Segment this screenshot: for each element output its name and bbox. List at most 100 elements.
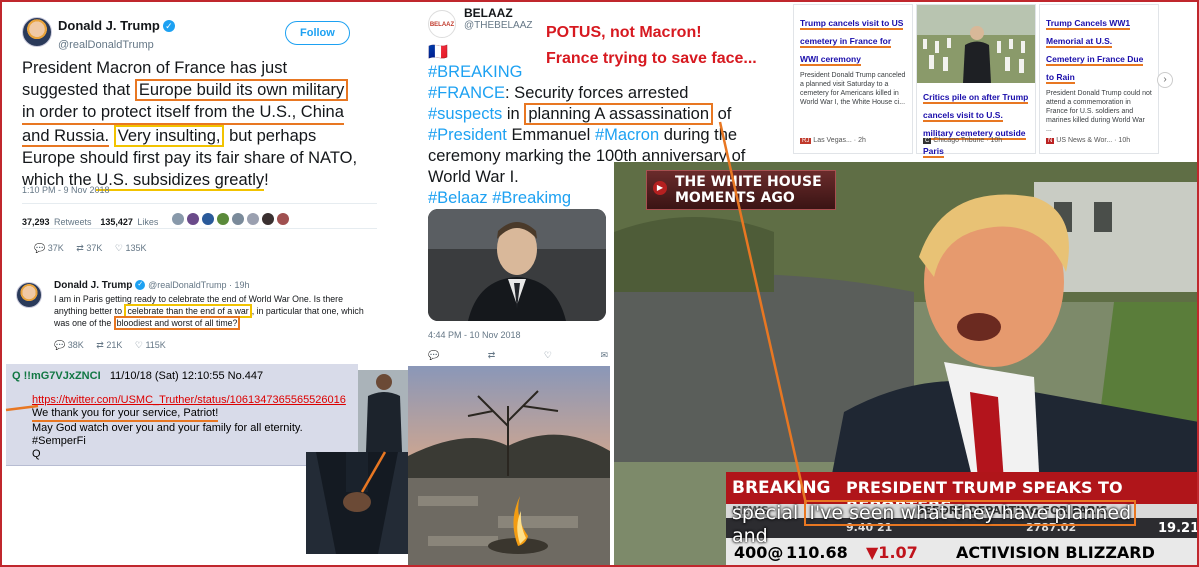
macron-photo[interactable] — [428, 209, 606, 321]
hashtag-france[interactable]: #FRANCE — [428, 84, 505, 102]
news-card[interactable]: Trump cancels visit to US cemetery in Fr… — [793, 4, 913, 154]
highlight-assassination: planning A assassination — [524, 103, 714, 125]
source-logo-icon: RJ — [800, 138, 812, 144]
avatar[interactable] — [22, 17, 52, 47]
like-count[interactable]: 135,427 — [100, 217, 133, 227]
macron-photo-svg — [428, 209, 606, 321]
news-source: N US News & Wor... · 10h — [1046, 137, 1131, 144]
news-source: C Chicago Tribune · 10h — [923, 137, 1003, 144]
news-source: RJ Las Vegas... · 2h — [800, 137, 866, 144]
like-icon[interactable]: ♡ — [135, 340, 143, 350]
reply-count: 37K — [47, 243, 64, 253]
highlight-europe-military: Europe build its own military — [134, 79, 349, 101]
retweet-icon[interactable]: ⇄ — [96, 340, 104, 350]
q-line: #SemperFi — [32, 435, 86, 447]
cemetery-photo — [917, 5, 1035, 83]
banner-text: THE WHITE HOUSE MOMENTS AGO — [675, 174, 822, 206]
q-post-header: Q !!mG7VJxZNCI 11/10/18 (Sat) 12:10:55 N… — [12, 370, 263, 382]
reply-icon[interactable]: 💬 — [54, 340, 65, 350]
obama-photo — [358, 370, 410, 452]
body-line: Emmanuel — [506, 126, 595, 144]
retweet-icon[interactable]: ⇄ — [76, 243, 84, 253]
tweet-line: was one of the — [54, 318, 112, 328]
reply-icon[interactable]: 💬 — [428, 350, 439, 361]
follow-button[interactable]: Follow — [285, 21, 350, 45]
source-logo-icon: C — [923, 138, 932, 144]
hashtag-breaking[interactable]: #BREAKING — [428, 62, 798, 83]
tweet-timestamp[interactable]: 4:44 PM - 10 Nov 2018 — [428, 330, 521, 340]
liker-avatar[interactable] — [231, 213, 244, 225]
liker-avatar[interactable] — [186, 213, 199, 225]
author-name[interactable]: Donald J. Trump — [54, 280, 132, 291]
tweet-line: ! — [264, 171, 269, 189]
body-line: in — [502, 105, 525, 123]
q-link[interactable]: https://twitter.com/USMC_Truther/status/… — [32, 394, 372, 407]
body-line: : Security forces arrested — [505, 84, 689, 102]
reply-icon[interactable]: 💬 — [34, 243, 45, 253]
news-age: 10h — [990, 137, 1003, 144]
likes-label: Likes — [137, 217, 159, 227]
eternal-flame-photo — [408, 366, 610, 566]
reply-count: 38K — [67, 340, 84, 350]
tweet-timestamp[interactable]: 1:10 PM - 9 Nov 2018 — [22, 185, 110, 195]
belaaz-logo[interactable]: BELAAZ — [428, 10, 456, 38]
q-post-number[interactable]: No.447 — [228, 370, 263, 382]
tweet-stats: 37,293 Retweets 135,427 Likes — [22, 203, 377, 229]
author-name[interactable]: Donald J. Trump — [58, 18, 160, 33]
avatar[interactable] — [16, 282, 42, 308]
hashtag-macron[interactable]: #Macron — [595, 126, 659, 144]
liker-avatar[interactable] — [201, 213, 214, 225]
news-snippet: President Donald Trump could not attend … — [1046, 90, 1152, 133]
news-title[interactable]: Critics pile on after Trump cancels visi… — [923, 92, 1029, 158]
tweet-line: but perhaps — [229, 127, 317, 145]
source-name: Las Vegas... — [813, 137, 852, 144]
white-house-banner: ▶ THE WHITE HOUSE MOMENTS AGO — [646, 170, 836, 210]
highlight-planned: I've seen what they have planned — [804, 500, 1137, 526]
q-datetime: 11/10/18 (Sat) 12:10:55 — [109, 370, 225, 382]
liker-avatar[interactable] — [261, 213, 274, 225]
tweet-line: President Macron of France has just — [22, 59, 288, 77]
q-line: May God watch over you and your family f… — [32, 422, 303, 434]
play-icon: ▶ — [653, 181, 667, 195]
hashtag-president[interactable]: #President — [428, 126, 507, 144]
highlight-bloodiest: bloodiest and worst of all time? — [113, 316, 241, 330]
retweet-count[interactable]: 37,293 — [22, 217, 50, 227]
author-handle[interactable]: @realDonaldTrump · 19h — [148, 280, 249, 290]
breaking-label: BREAKING — [732, 478, 831, 498]
tweet-body: I am in Paris getting ready to celebrate… — [54, 293, 384, 330]
author-handle[interactable]: @realDonaldTrump — [58, 39, 154, 51]
q-post-body: https://twitter.com/USMC_Truther/status/… — [32, 394, 372, 461]
hands-photo — [306, 452, 408, 554]
liker-avatar[interactable] — [246, 213, 259, 225]
belaaz-author: BELAAZ @THEBELAAZ — [464, 6, 533, 31]
tweet-actions: 💬 38K ⇄ 21K ♡ 115K — [54, 340, 166, 351]
news-title[interactable]: Trump cancels visit to US cemetery in Fr… — [800, 18, 904, 66]
liker-avatar[interactable] — [216, 213, 229, 225]
verified-icon: ✓ — [162, 19, 175, 32]
source-logo-icon: N — [1046, 138, 1055, 144]
q-tripcode[interactable]: Q !!mG7VJxZNCI — [12, 370, 101, 382]
tweet-line: Europe should first pay its fair share o… — [22, 149, 358, 167]
tweet-author: Donald J. Trump ✓ @realDonaldTrump · 19h — [54, 280, 249, 291]
banner-line: THE WHITE HOUSE — [675, 174, 822, 190]
like-icon[interactable]: ♡ — [544, 350, 552, 361]
news-age: 10h — [1118, 137, 1131, 144]
q-post: Q !!mG7VJxZNCI 11/10/18 (Sat) 12:10:55 N… — [6, 364, 358, 466]
news-title[interactable]: Trump Cancels WW1 Memorial at U.S. Cemet… — [1046, 18, 1144, 84]
like-icon[interactable]: ♡ — [115, 243, 123, 253]
author-handle[interactable]: @THEBELAAZ — [464, 20, 533, 31]
liker-avatar[interactable] — [171, 213, 184, 225]
liker-avatar[interactable] — [276, 213, 289, 225]
tweet-body: President Macron of France has just sugg… — [22, 57, 377, 191]
source-name: US News & Wor... — [1056, 137, 1113, 144]
news-card[interactable]: Trump Cancels WW1 Memorial at U.S. Cemet… — [1039, 4, 1159, 154]
retweet-icon[interactable]: ⇄ — [488, 350, 496, 361]
news-video-frame[interactable]: ▶ THE WHITE HOUSE MOMENTS AGO BREAKING P… — [614, 162, 1199, 567]
author-name[interactable]: BELAAZ — [464, 6, 533, 20]
news-card[interactable]: Critics pile on after Trump cancels visi… — [916, 4, 1036, 158]
hashtag-suspects[interactable]: #suspects — [428, 105, 502, 123]
q-line-underlined: We thank you for your service, Patriot! — [32, 407, 219, 422]
message-icon[interactable]: ✉ — [600, 350, 608, 361]
news-snippet: President Donald Trump canceled a planne… — [800, 72, 906, 106]
carousel-next-icon[interactable]: › — [1157, 72, 1173, 88]
